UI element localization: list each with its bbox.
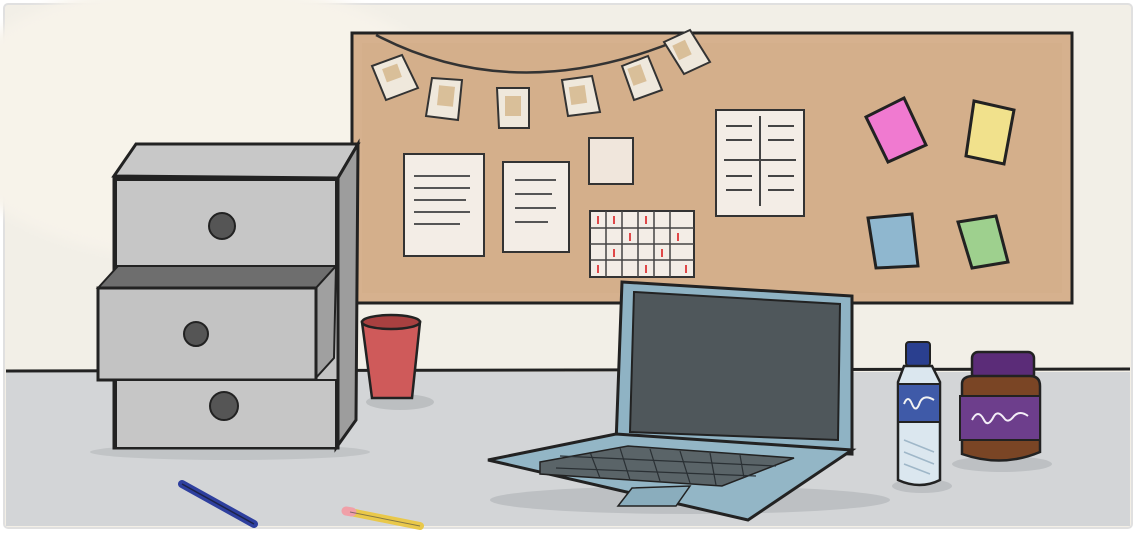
pinned-calendar	[589, 210, 695, 278]
bottom-drawer-knob	[209, 391, 239, 421]
bunting-flag	[495, 87, 530, 129]
top-drawer	[115, 179, 337, 267]
pinned-small-note	[588, 137, 634, 185]
sticky-note-yellow	[964, 99, 1016, 166]
middle-drawer-open	[95, 263, 339, 383]
pinned-document-2	[502, 161, 570, 253]
top-drawer-knob	[208, 212, 236, 240]
bunting-flag	[424, 76, 464, 122]
pinned-document-1	[403, 153, 485, 257]
middle-drawer-knob	[183, 321, 209, 347]
drawer-cabinet	[90, 138, 370, 460]
sticky-note-blue	[866, 212, 920, 270]
office-desk-illustration	[0, 0, 1133, 530]
pinned-table-sheet	[715, 109, 805, 217]
bottom-drawer	[115, 379, 337, 449]
bottle-cap	[905, 341, 931, 367]
laptop-screen	[628, 290, 842, 442]
bunting-flag	[560, 74, 602, 118]
